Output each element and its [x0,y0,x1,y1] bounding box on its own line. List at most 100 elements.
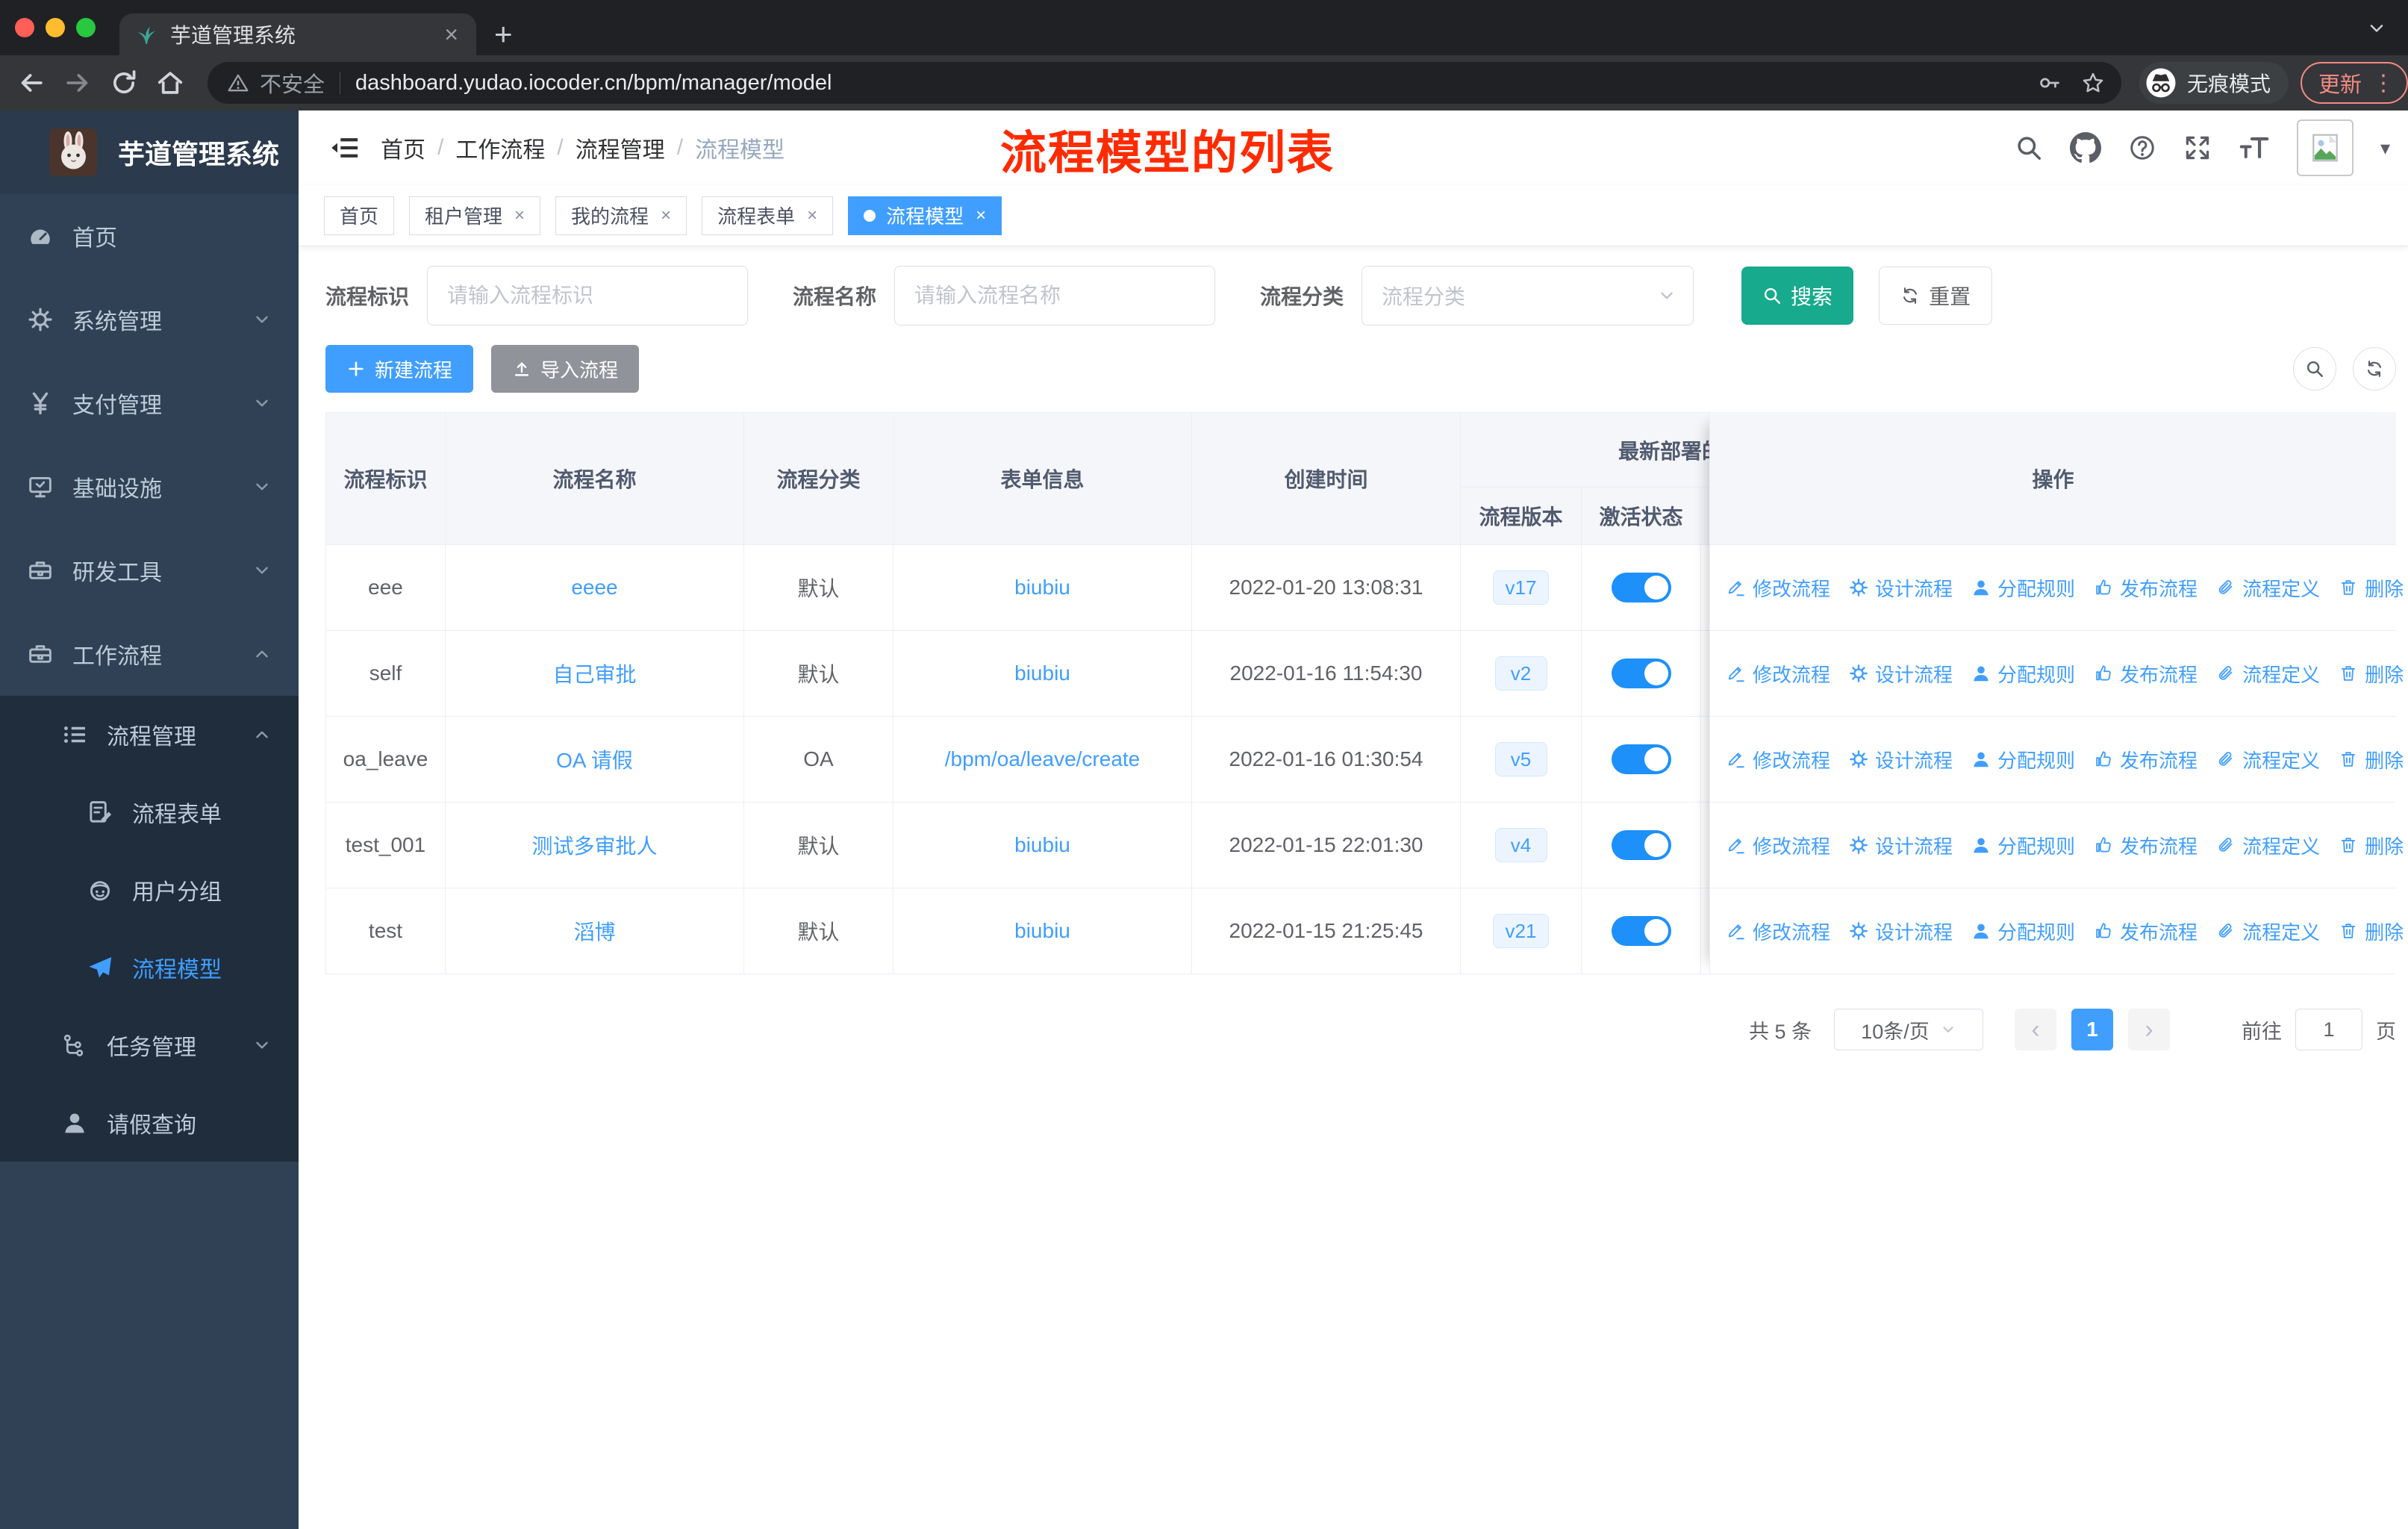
tag-tenant-management[interactable]: 租户管理 × [409,196,541,235]
browser-update-button[interactable]: 更新 ⋮ [2300,62,2408,104]
process-name-link[interactable]: 测试多审批人 [531,835,657,858]
avatar[interactable] [2296,119,2354,176]
process-definition-link[interactable]: 流程定义 [2216,660,2320,688]
assign-rule-link[interactable]: 分配规则 [1971,918,2075,945]
search-button[interactable]: 搜索 [1741,267,1854,325]
form-info-link[interactable]: biubiu [1014,919,1070,942]
tag-close-icon[interactable]: × [514,205,525,226]
page-1-button[interactable]: 1 [2071,1009,2113,1050]
form-info-link[interactable]: biubiu [1014,576,1070,599]
form-info-link[interactable]: /bpm/oa/leave/create [945,747,1141,770]
avatar-caret-down-icon[interactable]: ▾ [2380,137,2390,160]
home-icon[interactable] [155,68,185,98]
process-definition-link[interactable]: 流程定义 [2216,746,2320,773]
form-info-link[interactable]: biubiu [1014,833,1070,856]
browser-menu-dots-icon[interactable]: ⋮ [2372,70,2395,96]
create-process-button[interactable]: 新建流程 [325,345,474,393]
publish-process-link[interactable]: 发布流程 [2094,574,2198,602]
sidebar-item-user-group[interactable]: 用户分组 [0,851,299,929]
delete-link[interactable]: 删除 [2339,574,2404,602]
sidebar-item-home[interactable]: 首页 [0,194,299,278]
fullscreen-icon[interactable] [2183,134,2212,162]
active-status-toggle[interactable] [1611,916,1671,946]
active-status-toggle[interactable] [1611,573,1671,602]
assign-rule-link[interactable]: 分配规则 [1971,832,2075,859]
process-name-link[interactable]: eeee [571,576,617,599]
publish-process-link[interactable]: 发布流程 [2094,918,2198,945]
reload-icon[interactable] [109,68,139,98]
tag-home[interactable]: 首页 [324,196,395,235]
process-category-select[interactable]: 流程分类 [1361,266,1694,326]
design-process-link[interactable]: 设计流程 [1849,746,1953,773]
tag-close-icon[interactable]: × [976,205,986,226]
address-bar[interactable]: 不安全 dashboard.yudao.iocoder.cn/bpm/manag… [208,62,2121,104]
window-zoom-button[interactable] [76,18,96,37]
tag-close-icon[interactable]: × [807,205,817,226]
sidebar-item-system[interactable]: 系统管理 [0,278,299,361]
sidebar-fold-icon[interactable] [330,133,360,163]
tag-my-process[interactable]: 我的流程 × [555,196,687,235]
browser-tab[interactable]: 芋道管理系统 × [119,13,476,55]
design-process-link[interactable]: 设计流程 [1849,574,1953,602]
process-name-input[interactable] [894,266,1216,326]
edit-process-link[interactable]: 修改流程 [1727,746,1830,773]
publish-process-link[interactable]: 发布流程 [2094,832,2198,859]
sidebar-item-infrastructure[interactable]: 基础设施 [0,445,299,529]
tag-process-form[interactable]: 流程表单 × [702,196,834,235]
tag-process-model[interactable]: 流程模型 × [848,196,1002,235]
delete-link[interactable]: 删除 [2339,832,2404,859]
delete-link[interactable]: 删除 [2339,746,2404,773]
window-minimize-button[interactable] [46,18,65,37]
sidebar-item-dev-tools[interactable]: 研发工具 [0,529,299,612]
active-status-toggle[interactable] [1611,658,1671,688]
process-name-link[interactable]: 滔博 [573,921,615,944]
forward-icon[interactable] [63,68,93,98]
publish-process-link[interactable]: 发布流程 [2094,746,2198,773]
edit-process-link[interactable]: 修改流程 [1727,660,1830,688]
edit-process-link[interactable]: 修改流程 [1727,918,1830,945]
breadcrumb-workflow[interactable]: 工作流程 [455,131,545,164]
page-size-select[interactable]: 10条/页 [1834,1009,1983,1050]
font-size-icon[interactable] [2239,132,2270,164]
breadcrumb-home[interactable]: 首页 [381,131,425,164]
goto-page-input[interactable] [2295,1009,2362,1050]
import-process-button[interactable]: 导入流程 [491,345,640,393]
back-icon[interactable] [16,68,46,98]
help-icon[interactable] [2128,134,2156,162]
sidebar-item-process-form[interactable]: 流程表单 [0,773,299,851]
design-process-link[interactable]: 设计流程 [1849,660,1953,688]
refresh-table-button[interactable] [2353,347,2396,390]
form-info-link[interactable]: biubiu [1014,661,1070,685]
process-key-input[interactable] [427,266,749,326]
password-key-icon[interactable] [2038,71,2062,95]
sidebar-item-process-model[interactable]: 流程模型 [0,929,299,1006]
active-status-toggle[interactable] [1611,830,1671,860]
process-name-link[interactable]: 自己审批 [552,663,636,686]
tab-close-icon[interactable]: × [441,22,461,46]
tab-list-chevron-icon[interactable] [2366,18,2387,39]
process-name-link[interactable]: OA 请假 [556,749,633,772]
active-status-toggle[interactable] [1611,744,1671,774]
toggle-search-button[interactable] [2293,347,2336,390]
sidebar-item-task-management[interactable]: 任务管理 [0,1006,299,1084]
process-definition-link[interactable]: 流程定义 [2216,918,2320,945]
bookmark-star-icon[interactable] [2081,71,2105,95]
sidebar-item-workflow[interactable]: 工作流程 [0,612,299,696]
sidebar-item-payment[interactable]: 支付管理 [0,361,299,445]
search-icon[interactable] [2015,134,2043,162]
design-process-link[interactable]: 设计流程 [1849,832,1953,859]
sidebar-item-leave-query[interactable]: 请假查询 [0,1084,299,1162]
design-process-link[interactable]: 设计流程 [1849,918,1953,945]
publish-process-link[interactable]: 发布流程 [2094,660,2198,688]
reset-button[interactable]: 重置 [1879,267,1993,325]
assign-rule-link[interactable]: 分配规则 [1971,746,2075,773]
delete-link[interactable]: 删除 [2339,918,2404,945]
window-close-button[interactable] [15,18,34,37]
process-definition-link[interactable]: 流程定义 [2216,832,2320,859]
prev-page-button[interactable]: ‹ [2015,1009,2056,1050]
delete-link[interactable]: 删除 [2339,660,2404,688]
edit-process-link[interactable]: 修改流程 [1727,832,1830,859]
breadcrumb-process-management[interactable]: 流程管理 [576,131,665,164]
edit-process-link[interactable]: 修改流程 [1727,574,1830,602]
assign-rule-link[interactable]: 分配规则 [1971,660,2075,688]
